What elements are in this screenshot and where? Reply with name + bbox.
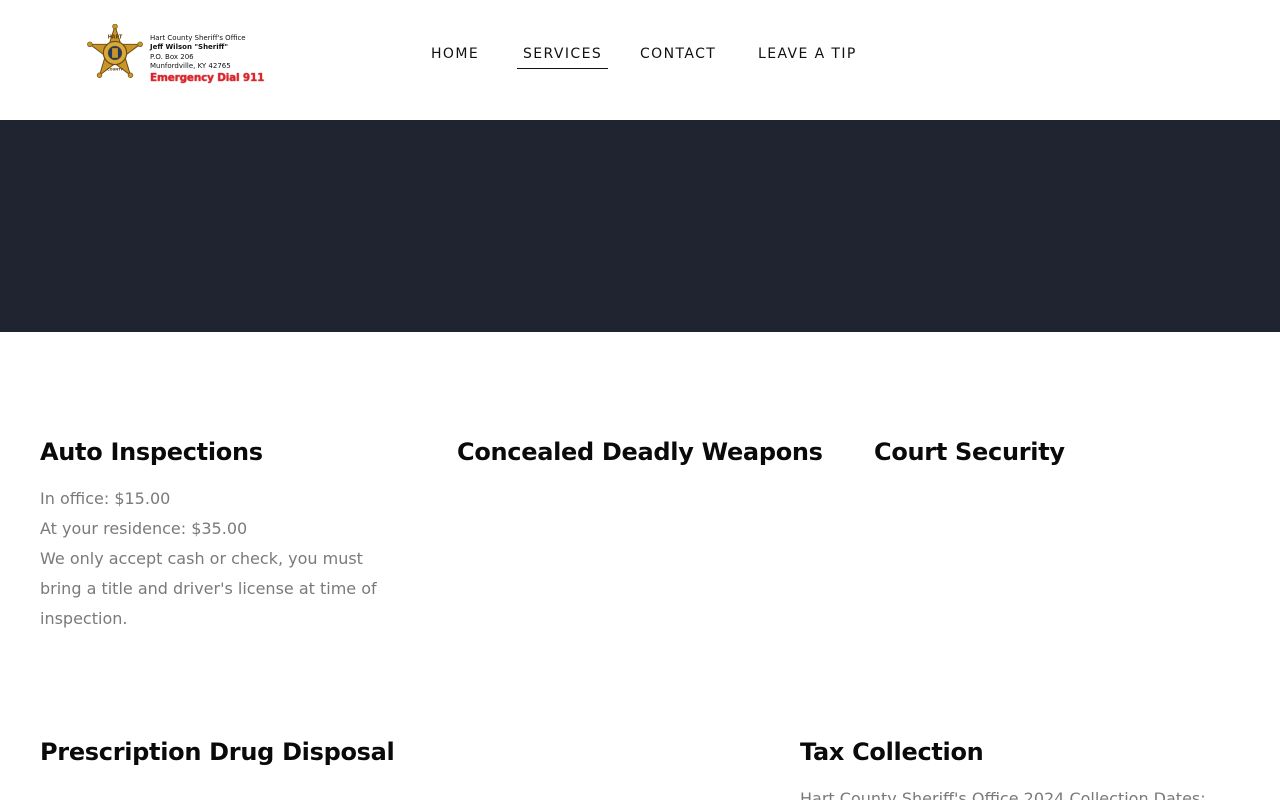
badge-text-bottom: COUNTY xyxy=(107,67,123,71)
logo-line-sheriff: Jeff Wilson "Sheriff" xyxy=(150,43,228,52)
site-header: HART COUNTY Hart County Sheriff's Office… xyxy=(0,0,1280,120)
logo-address-block: Hart County Sheriff's Office Jeff Wilson… xyxy=(150,34,246,71)
sheriff-badge-icon: HART COUNTY xyxy=(87,24,143,78)
service-body-auto-inspections: In office: $15.00 At your residence: $35… xyxy=(40,484,420,634)
logo-line-office: Hart County Sheriff's Office xyxy=(150,34,246,42)
service-text-line: bring a title and driver's license at ti… xyxy=(40,579,377,598)
hero-banner xyxy=(0,120,1280,332)
nav-home[interactable]: HOME xyxy=(431,46,479,68)
service-body-tax-collection: Hart County Sheriff's Office 2024 Collec… xyxy=(800,784,1240,800)
service-text-line: At your residence: $35.00 xyxy=(40,519,248,538)
logo-line-city: Munfordville, KY 42765 xyxy=(150,61,231,70)
service-text-line: In office: $15.00 xyxy=(40,489,171,508)
badge-text-top: HART xyxy=(108,35,123,41)
service-title-concealed-deadly-weapons: Concealed Deadly Weapons xyxy=(457,438,823,466)
logo-emergency-text: Emergency Dial 911 xyxy=(150,72,265,84)
logo-line-pobox: P.O. Box 206 xyxy=(150,52,194,61)
site-logo[interactable]: HART COUNTY Hart County Sheriff's Office… xyxy=(86,24,264,88)
service-title-auto-inspections: Auto Inspections xyxy=(40,438,263,466)
nav-contact[interactable]: CONTACT xyxy=(640,46,716,68)
service-title-prescription-drug-disposal: Prescription Drug Disposal xyxy=(40,738,395,766)
service-text-line: inspection. xyxy=(40,609,128,628)
service-title-tax-collection: Tax Collection xyxy=(800,738,984,766)
service-text-line: We only accept cash or check, you must xyxy=(40,549,363,568)
service-title-court-security: Court Security xyxy=(874,438,1065,466)
service-text-line: Hart County Sheriff's Office 2024 Collec… xyxy=(800,789,1206,800)
nav-services[interactable]: SERVICES xyxy=(517,46,609,69)
nav-leave-a-tip[interactable]: LEAVE A TIP xyxy=(758,46,857,68)
